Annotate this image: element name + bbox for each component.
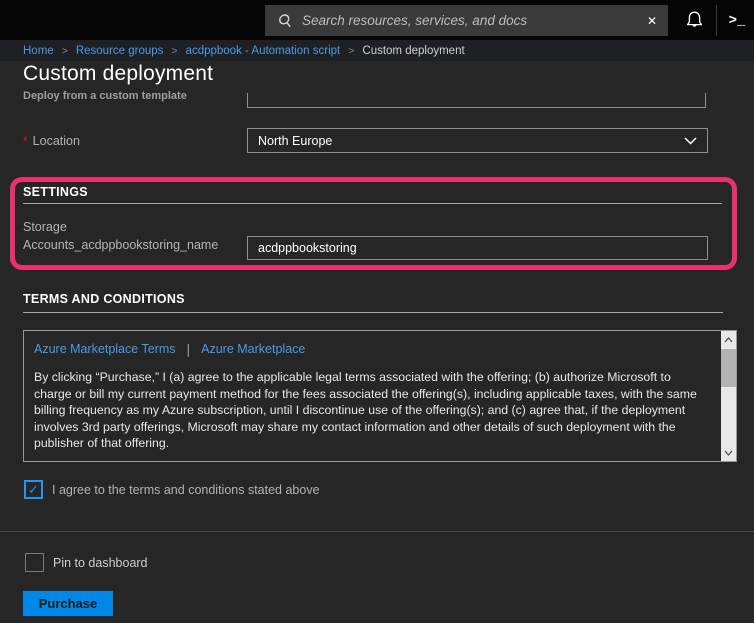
- agree-checkbox[interactable]: ✓: [24, 480, 43, 499]
- chevron-right-icon: >: [171, 45, 177, 57]
- scrollbar-thumb[interactable]: [721, 349, 736, 387]
- clipped-field[interactable]: [247, 93, 706, 108]
- pin-row: Pin to dashboard: [25, 553, 148, 572]
- breadcrumb-automation-script[interactable]: acdppbook - Automation script: [186, 45, 341, 57]
- breadcrumb: Home > Resource groups > acdppbook - Aut…: [0, 40, 754, 61]
- chevron-down-icon: [684, 134, 697, 148]
- link-separator: |: [187, 341, 191, 357]
- breadcrumb-current: Custom deployment: [362, 45, 464, 57]
- storage-account-label: Storage Accounts_acdppbookstoring_name: [23, 218, 218, 254]
- search-input[interactable]: [293, 4, 636, 37]
- azure-marketplace-terms-link[interactable]: Azure Marketplace Terms: [34, 342, 176, 356]
- agree-row: ✓ I agree to the terms and conditions st…: [24, 480, 320, 499]
- topbar-divider: [716, 5, 717, 36]
- notifications-bell-icon[interactable]: [679, 6, 709, 35]
- page-subtitle: Deploy from a custom template: [23, 90, 187, 102]
- purchase-button[interactable]: Purchase: [23, 591, 113, 616]
- scroll-down-icon[interactable]: [721, 445, 736, 460]
- cloud-shell-icon[interactable]: >_: [722, 6, 752, 35]
- clear-search-icon[interactable]: ✕: [636, 5, 668, 36]
- terms-divider: [23, 312, 723, 313]
- location-dropdown[interactable]: North Europe: [247, 128, 708, 153]
- pin-to-dashboard-label: Pin to dashboard: [53, 556, 148, 570]
- settings-divider: [23, 203, 722, 204]
- global-search[interactable]: ✕: [265, 5, 668, 36]
- breadcrumb-resource-groups[interactable]: Resource groups: [76, 45, 164, 57]
- location-value: North Europe: [258, 134, 332, 148]
- required-asterisk: *: [23, 134, 28, 148]
- terms-legal-text: By clicking “Purchase,” I (a) agree to t…: [34, 369, 710, 452]
- terms-scrollbar[interactable]: [721, 331, 736, 461]
- footer-divider: [0, 531, 754, 532]
- terms-section-title: TERMS AND CONDITIONS: [23, 292, 185, 306]
- terms-box: Azure Marketplace Terms | Azure Marketpl…: [23, 330, 737, 462]
- search-icon: [276, 13, 294, 29]
- storage-account-input[interactable]: [247, 236, 708, 260]
- page-title: Custom deployment: [23, 62, 213, 86]
- scroll-up-icon[interactable]: [721, 332, 736, 347]
- settings-section-title: SETTINGS: [23, 185, 88, 199]
- azure-marketplace-link[interactable]: Azure Marketplace: [201, 342, 305, 356]
- location-label: *Location: [23, 134, 80, 148]
- top-bar: ✕ >_: [0, 0, 754, 40]
- breadcrumb-home[interactable]: Home: [23, 45, 54, 57]
- chevron-right-icon: >: [348, 45, 354, 57]
- pin-to-dashboard-checkbox[interactable]: [25, 553, 44, 572]
- agree-label: I agree to the terms and conditions stat…: [52, 483, 320, 497]
- chevron-right-icon: >: [62, 45, 68, 57]
- terms-content: Azure Marketplace Terms | Azure Marketpl…: [24, 331, 720, 461]
- custom-deployment-page: ✕ >_ Home > Resource groups > acdppbook …: [0, 0, 754, 623]
